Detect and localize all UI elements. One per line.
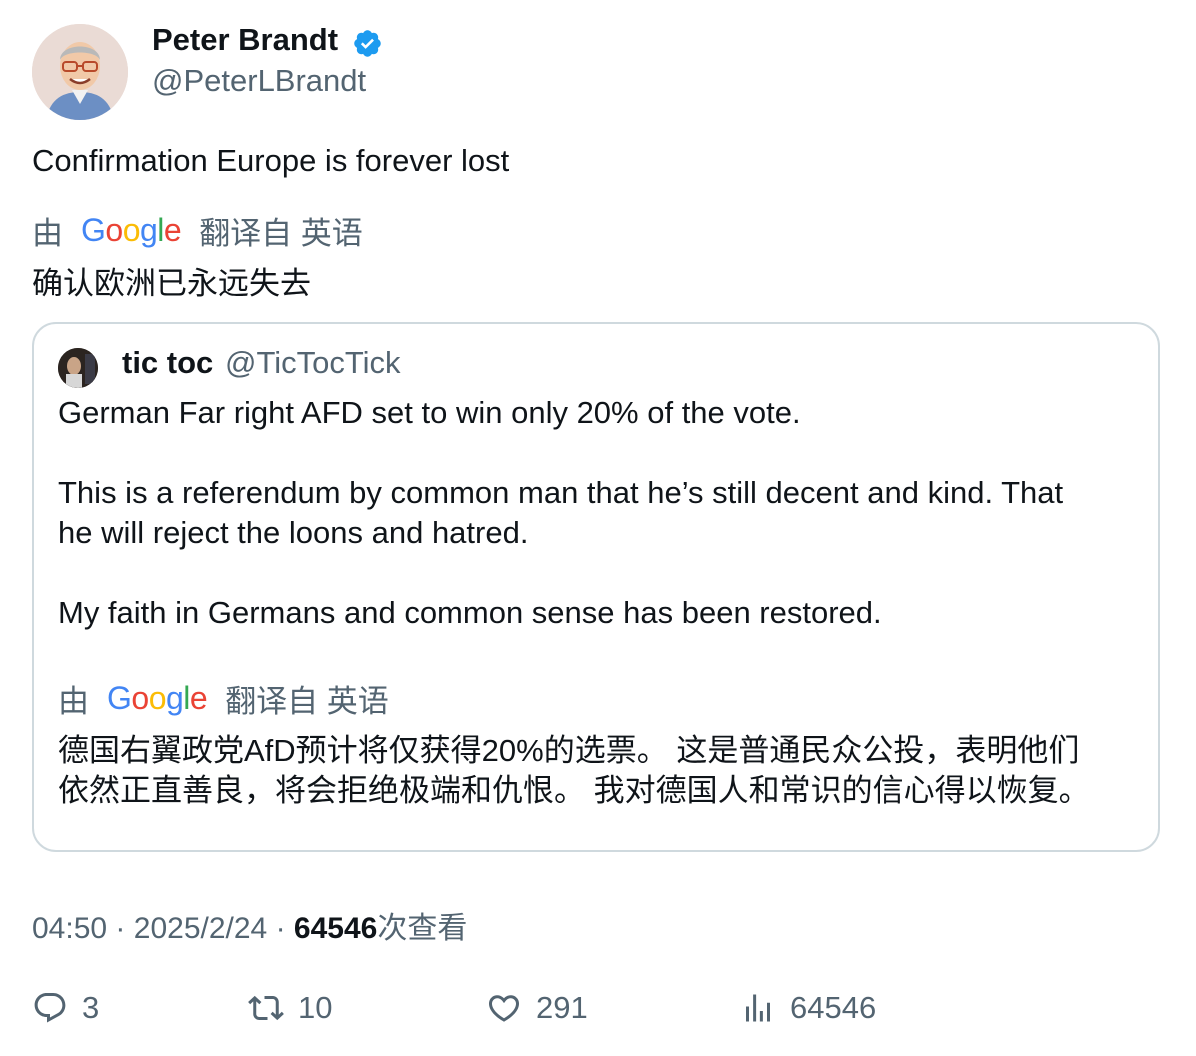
tweet-date[interactable]: 2025/2/24 (134, 912, 267, 945)
like-button[interactable]: 291 (486, 990, 588, 1026)
tweet-meta: 04:50 · 2025/2/24 · 64546次查看 (32, 903, 467, 947)
repost-button[interactable]: 10 (248, 990, 332, 1026)
meta-separator: · (275, 912, 286, 945)
translated-from-label: 翻译自 英语 (225, 684, 389, 719)
views-count: 64546 (293, 912, 378, 945)
translated-by-label: 由 (58, 684, 89, 719)
tweet-time[interactable]: 04:50 (32, 912, 107, 945)
google-logo: Google (81, 212, 182, 248)
meta-separator: · (115, 912, 126, 945)
quoted-text-line: My faith in Germans and common sense has… (58, 595, 882, 630)
translation-attribution: 由 Google 翻译自 英语 (32, 208, 363, 253)
reply-icon (34, 993, 66, 1023)
author-handle[interactable]: @PeterLBrandt (152, 63, 366, 99)
author-avatar[interactable] (32, 24, 128, 120)
repost-count: 10 (298, 990, 333, 1025)
translated-tweet-text: 确认欧洲已永远失去 (32, 266, 311, 301)
verified-badge-icon (352, 28, 383, 59)
reply-count: 3 (82, 990, 100, 1025)
translated-from-label: 翻译自 英语 (199, 216, 363, 251)
tweet-text: Confirmation Europe is forever lost (32, 143, 510, 178)
reply-button[interactable]: 3 (32, 990, 99, 1026)
views-label: 次查看 (377, 912, 468, 945)
views-action-count: 64546 (790, 990, 877, 1025)
quoted-text-line: This is a referendum by common man that … (58, 475, 1064, 510)
quoted-translated-line: 德国右翼政党AfD预计将仅获得20%的选票。 这是普通民众公投，表明他们 (58, 733, 1080, 768)
views-button[interactable]: 64546 (740, 990, 876, 1026)
translated-by-label: 由 (32, 216, 63, 251)
like-icon (488, 995, 520, 1022)
quoted-author-name[interactable]: tic toc (122, 345, 213, 381)
quoted-text-line: he will reject the loons and hatred. (58, 515, 529, 550)
quoted-text-line: German Far right AFD set to win only 20%… (58, 395, 801, 430)
views-icon (746, 994, 770, 1022)
quoted-author-avatar[interactable] (58, 348, 98, 388)
quoted-author-handle[interactable]: @TicTocTick (225, 345, 401, 381)
repost-icon (248, 995, 284, 1021)
google-logo: Google (107, 680, 208, 716)
like-count: 291 (536, 990, 588, 1025)
quoted-translated-line: 依然正直善良，将会拒绝极端和仇恨。 我对德国人和常识的信心得以恢复。 (58, 773, 1090, 808)
quoted-translation-attribution: 由 Google 翻译自 英语 (58, 676, 389, 721)
author-name[interactable]: Peter Brandt (152, 22, 338, 58)
